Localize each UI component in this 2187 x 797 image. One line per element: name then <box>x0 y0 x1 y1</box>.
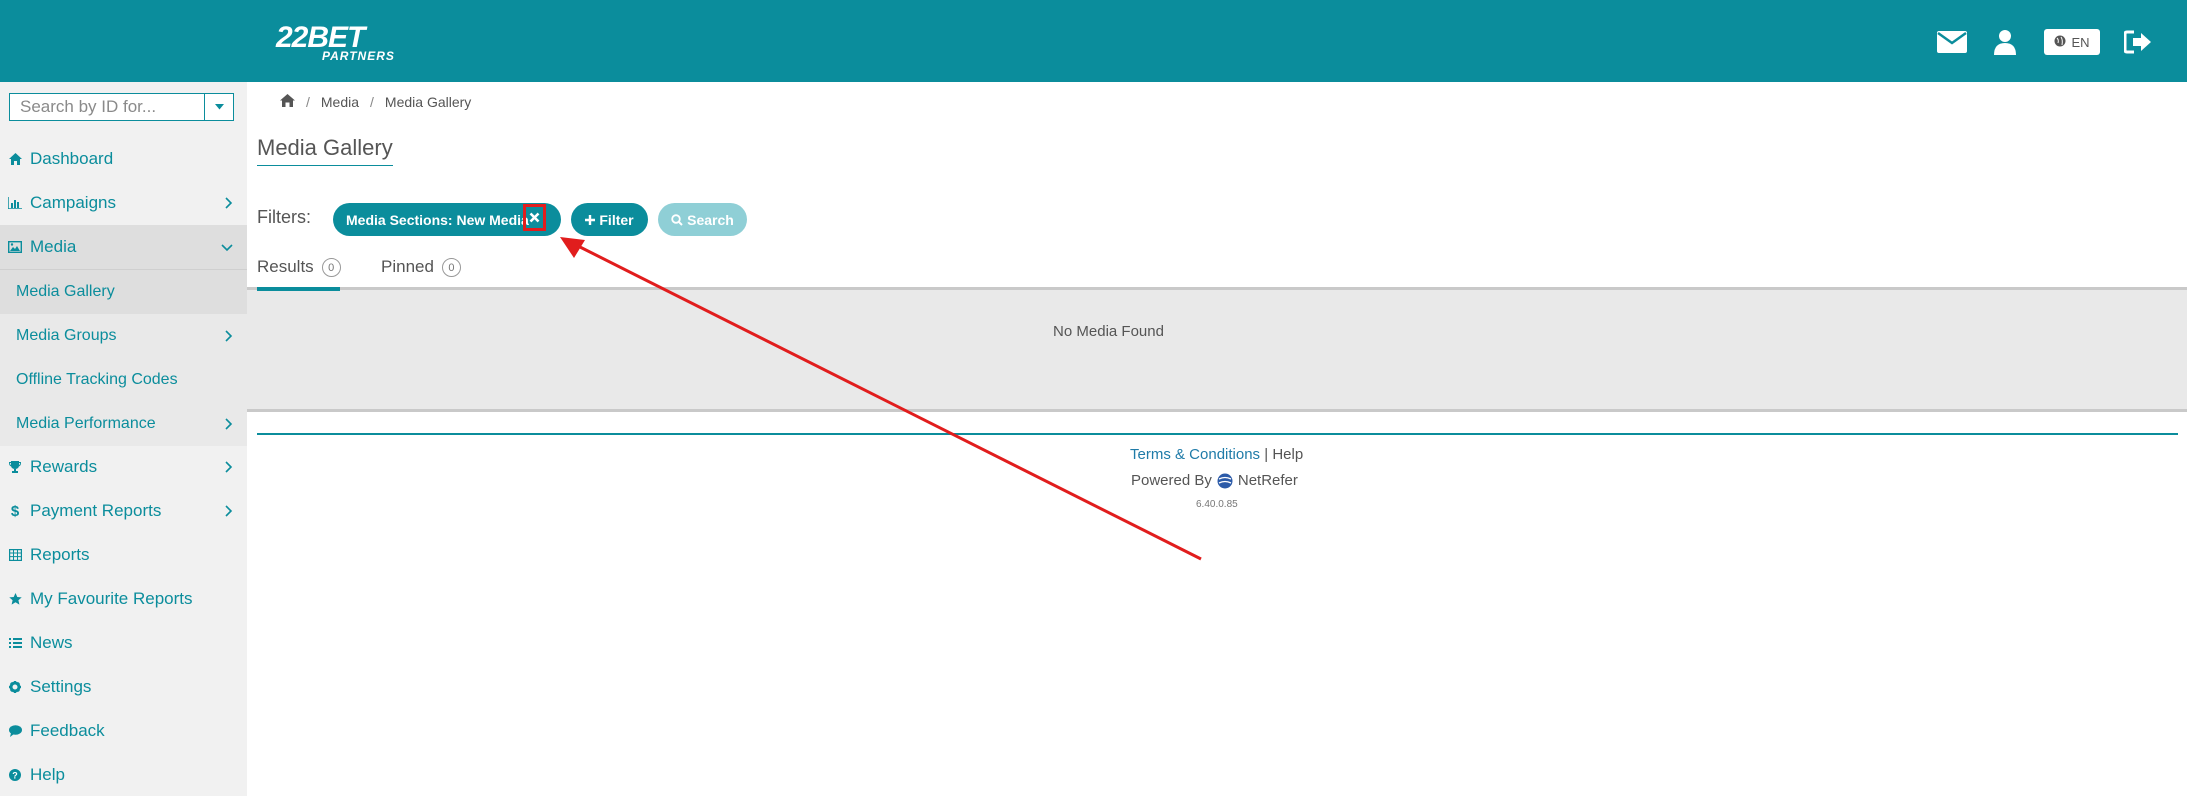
sidebar-item-campaigns[interactable]: Campaigns <box>0 181 247 225</box>
sidebar-item-label: Reports <box>30 545 90 564</box>
sidebar-item-label: Dashboard <box>30 149 114 168</box>
breadcrumb: / Media / Media Gallery <box>280 92 471 112</box>
add-filter-button[interactable]: Filter <box>571 203 648 236</box>
sidebar-item-label: Rewards <box>30 457 98 476</box>
sign-out-icon[interactable] <box>2122 28 2154 56</box>
breadcrumb-separator: / <box>306 94 310 110</box>
chevron-right-icon <box>225 330 233 342</box>
svg-text:?: ? <box>12 771 18 781</box>
chevron-down-icon <box>221 244 233 252</box>
footer-separator: | <box>1264 446 1269 463</box>
help-link[interactable]: Help <box>1272 446 1303 463</box>
chevron-right-icon <box>225 197 233 209</box>
tab-results-label: Results <box>257 257 314 276</box>
sidebar-item-media[interactable]: Media <box>0 225 247 269</box>
sidebar-item-feedback[interactable]: Feedback <box>0 709 247 753</box>
sidebar-item-settings[interactable]: Settings <box>0 665 247 709</box>
language-selector[interactable]: EN <box>2044 29 2100 55</box>
gear-icon <box>8 680 22 694</box>
sidebar-item-media-groups[interactable]: Media Groups <box>0 314 247 358</box>
id-search-input[interactable] <box>10 94 204 120</box>
chevron-right-icon <box>225 461 233 473</box>
filters-label: Filters: <box>257 207 311 227</box>
star-icon <box>8 592 22 606</box>
breadcrumb-media[interactable]: Media <box>321 94 359 110</box>
footer-divider <box>257 433 2178 435</box>
sidebar-item-rewards[interactable]: Rewards <box>0 445 247 489</box>
home-icon[interactable] <box>280 94 295 110</box>
home-icon <box>8 152 22 166</box>
breadcrumb-separator: / <box>370 94 374 110</box>
sidebar-item-offline-tracking-codes[interactable]: Offline Tracking Codes <box>0 358 247 402</box>
active-filter-label: Media Sections: New Media <box>346 211 529 228</box>
sidebar-item-label: Media <box>30 237 77 256</box>
plus-icon <box>585 214 596 225</box>
language-label: EN <box>2071 34 2090 50</box>
sidebar-item-reports[interactable]: Reports <box>0 533 247 577</box>
sidebar-item-label: Media Groups <box>16 327 117 344</box>
footer-links: Terms & Conditions | Help <box>1130 446 1303 463</box>
tab-pinned-count: 0 <box>441 258 461 277</box>
search-dropdown-toggle[interactable] <box>204 94 233 120</box>
app-version: 6.40.0.85 <box>1196 499 1238 510</box>
powered-by: Powered By NetRefer <box>1131 472 1298 489</box>
list-icon <box>8 636 22 650</box>
sidebar-item-label: News <box>30 633 73 652</box>
table-icon <box>8 548 22 562</box>
sidebar-item-label: My Favourite Reports <box>30 589 193 608</box>
search-icon <box>671 213 683 226</box>
sidebar-item-payment-reports[interactable]: $ Payment Reports <box>0 489 247 533</box>
sidebar-item-media-gallery[interactable]: Media Gallery <box>0 270 247 314</box>
globe-icon <box>2054 35 2066 50</box>
sidebar-item-label: Offline Tracking Codes <box>16 371 178 388</box>
powered-by-brand: NetRefer <box>1237 472 1298 489</box>
breadcrumb-media-gallery: Media Gallery <box>384 94 472 110</box>
tab-pinned[interactable]: Pinned 0 <box>381 257 461 290</box>
netrefer-logo-icon <box>1217 473 1233 488</box>
sidebar-item-media-performance[interactable]: Media Performance <box>0 402 247 446</box>
envelope-icon[interactable] <box>1936 28 1968 56</box>
powered-by-label: Powered By <box>1131 472 1212 489</box>
brand-logo[interactable]: 22BET PARTNERS <box>276 22 414 63</box>
results-panel: No Media Found <box>247 287 2187 412</box>
logo-sub-text: PARTNERS <box>322 49 395 63</box>
page-title: Media Gallery <box>257 135 393 166</box>
sidebar-item-dashboard[interactable]: Dashboard <box>0 137 247 181</box>
user-icon[interactable] <box>1989 28 2021 56</box>
tab-results-count: 0 <box>321 258 341 277</box>
close-icon <box>529 212 540 223</box>
sidebar-item-label: Campaigns <box>30 193 116 212</box>
empty-state-message: No Media Found <box>1053 323 1164 340</box>
remove-filter-button[interactable] <box>523 204 546 231</box>
sidebar-item-label: Help <box>30 765 65 784</box>
search-button[interactable]: Search <box>658 203 747 236</box>
bar-chart-icon <box>8 196 22 210</box>
add-filter-label: Filter <box>599 211 634 228</box>
sidebar-item-label: Media Performance <box>16 415 156 432</box>
id-search-box <box>9 93 234 121</box>
trophy-icon <box>8 460 22 474</box>
active-tab-indicator <box>257 287 340 291</box>
sidebar-item-news[interactable]: News <box>0 621 247 665</box>
sidebar-item-help[interactable]: ? Help <box>0 753 247 797</box>
sidebar-item-my-favourite-reports[interactable]: My Favourite Reports <box>0 577 247 621</box>
terms-link[interactable]: Terms & Conditions <box>1130 446 1260 463</box>
question-icon: ? <box>8 768 22 782</box>
sidebar-item-label: Payment Reports <box>30 501 162 520</box>
sidebar-item-label: Settings <box>30 677 92 696</box>
tab-results[interactable]: Results 0 <box>257 257 341 290</box>
sidebar-item-label: Media Gallery <box>16 283 115 300</box>
tab-pinned-label: Pinned <box>381 257 434 276</box>
chevron-right-icon <box>225 505 233 517</box>
search-button-label: Search <box>687 211 734 228</box>
caret-down-icon <box>214 104 224 110</box>
top-bar: 22BET PARTNERS EN <box>0 0 2187 82</box>
image-icon <box>8 240 22 254</box>
sidebar-item-label: Feedback <box>30 721 105 740</box>
chevron-right-icon <box>225 418 233 430</box>
comment-icon <box>8 724 22 738</box>
dollar-icon: $ <box>10 502 20 520</box>
